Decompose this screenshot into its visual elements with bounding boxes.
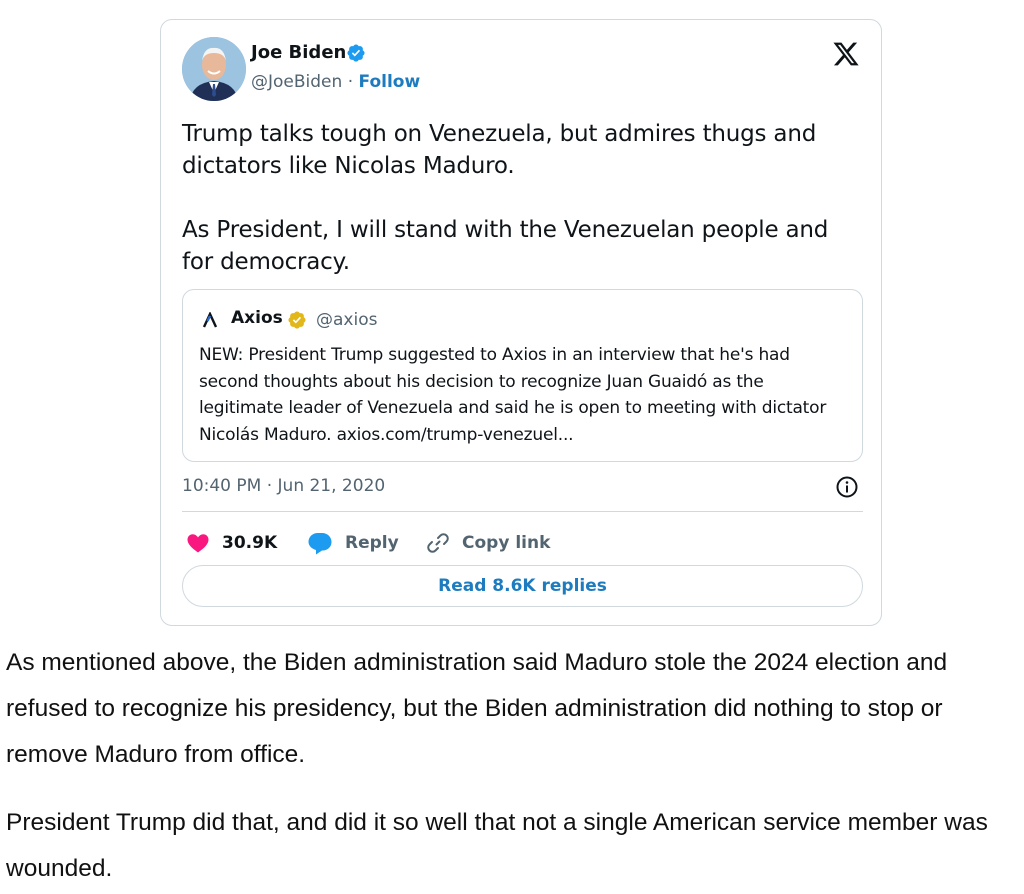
like-button[interactable]: 30.9K [186, 528, 277, 558]
quoted-author-handle: @axios [316, 310, 378, 330]
copy-link-label: Copy link [462, 533, 551, 553]
copy-link-button[interactable]: Copy link [426, 528, 550, 558]
heart-icon [187, 534, 209, 553]
gold-verified-icon [288, 311, 306, 329]
reply-bubble-icon [308, 533, 332, 555]
article-paragraph: As mentioned above, the Biden administra… [6, 649, 948, 768]
reply-button[interactable]: Reply [307, 528, 399, 558]
read-replies-button[interactable]: Read 8.6K replies [182, 565, 863, 607]
author-avatar[interactable] [182, 37, 246, 101]
follow-link[interactable]: Follow [359, 72, 421, 92]
author-handle-line: @JoeBiden · Follow [251, 72, 420, 92]
info-icon[interactable] [835, 475, 859, 499]
like-count: 30.9K [222, 533, 278, 553]
x-logo-icon[interactable] [832, 40, 860, 68]
handle-separator: · [342, 72, 359, 92]
link-icon [427, 533, 449, 553]
article-paragraph: President Trump did that, and did it so … [6, 809, 988, 882]
tweet-text: Trump talks tough on Venezuela, but admi… [182, 121, 829, 275]
quoted-tweet-text: NEW: President Trump suggested to Axios … [199, 345, 827, 445]
reply-label: Reply [345, 533, 399, 553]
divider [182, 511, 863, 512]
tweet-timestamp[interactable]: 10:40 PM · Jun 21, 2020 [182, 476, 385, 496]
quoted-tweet-card[interactable]: Axios @axios NEW: President Trump sugges… [182, 289, 863, 462]
author-name[interactable]: Joe Biden [251, 42, 346, 63]
embedded-tweet-card[interactable]: Joe Biden @JoeBiden · Follow Trump talks… [160, 19, 882, 626]
author-handle[interactable]: @JoeBiden [251, 72, 342, 92]
quoted-author-name: Axios [231, 308, 283, 328]
verified-icon [347, 44, 365, 62]
axios-logo-icon [202, 312, 218, 328]
